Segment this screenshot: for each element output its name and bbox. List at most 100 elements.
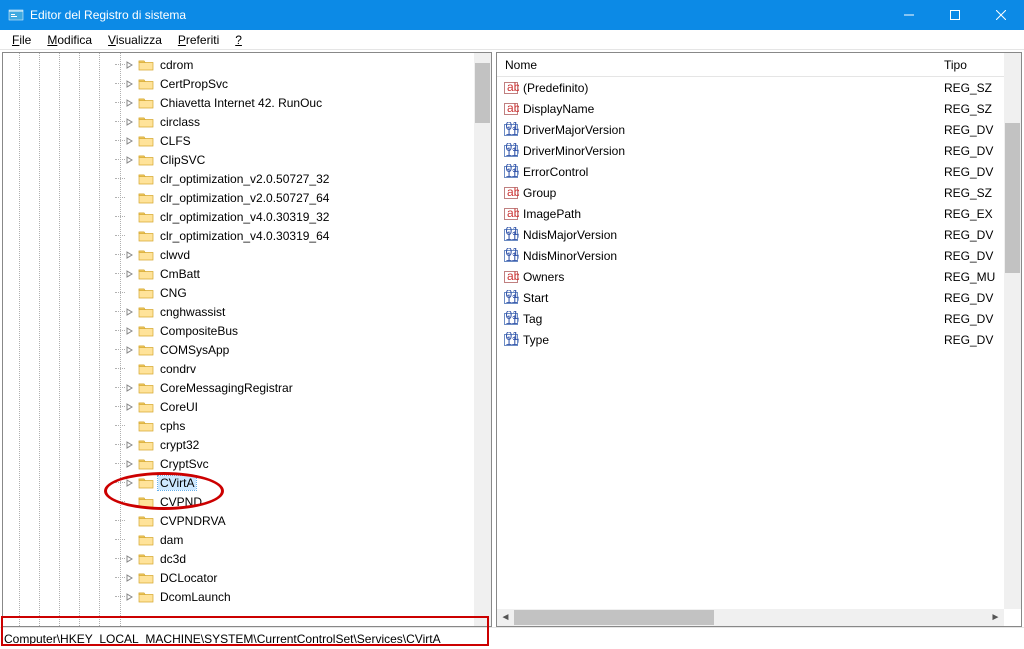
- tree-node-label: cnghwassist: [158, 305, 227, 319]
- tree-node[interactable]: DCLocator: [115, 568, 474, 587]
- scroll-left-arrow[interactable]: ◄: [497, 609, 514, 626]
- list-row[interactable]: 011110NdisMinorVersionREG_DV: [497, 245, 1004, 266]
- folder-icon: [138, 495, 154, 509]
- list-row[interactable]: 011110DriverMajorVersionREG_DV: [497, 119, 1004, 140]
- tree-node[interactable]: CNG: [115, 283, 474, 302]
- menubar: File Modifica Visualizza Preferiti ?: [0, 30, 1024, 50]
- tree-node[interactable]: clwvd: [115, 245, 474, 264]
- expander-icon[interactable]: [124, 249, 136, 261]
- expander-icon[interactable]: [124, 591, 136, 603]
- tree-node[interactable]: CoreMessagingRegistrar: [115, 378, 474, 397]
- tree-node[interactable]: dam: [115, 530, 474, 549]
- close-button[interactable]: [978, 0, 1024, 30]
- minimize-button[interactable]: [886, 0, 932, 30]
- list-row[interactable]: abGroupREG_SZ: [497, 182, 1004, 203]
- list-row[interactable]: 011110StartREG_DV: [497, 287, 1004, 308]
- list-row[interactable]: 011110NdisMajorVersionREG_DV: [497, 224, 1004, 245]
- expander-icon[interactable]: [124, 553, 136, 565]
- expander-icon[interactable]: [124, 135, 136, 147]
- tree-node[interactable]: Chiavetta Internet 42. RunOuc: [115, 93, 474, 112]
- tree-node[interactable]: dc3d: [115, 549, 474, 568]
- scroll-right-arrow[interactable]: ►: [987, 609, 1004, 626]
- tree-node[interactable]: cnghwassist: [115, 302, 474, 321]
- expander-icon[interactable]: [124, 458, 136, 470]
- tree-node-label: dc3d: [158, 552, 188, 566]
- value-name: Tag: [523, 312, 944, 326]
- menu-favorites[interactable]: Preferiti: [170, 31, 227, 49]
- tree-node[interactable]: CoreUI: [115, 397, 474, 416]
- expander-icon[interactable]: [124, 325, 136, 337]
- list-scrollbar-v[interactable]: [1004, 53, 1021, 609]
- tree-node[interactable]: CmBatt: [115, 264, 474, 283]
- tree-node[interactable]: cphs: [115, 416, 474, 435]
- expander-icon[interactable]: [124, 59, 136, 71]
- list-row[interactable]: abDisplayNameREG_SZ: [497, 98, 1004, 119]
- tree-node-label: CoreUI: [158, 400, 200, 414]
- column-name[interactable]: Nome: [497, 58, 944, 72]
- expander-icon[interactable]: [124, 572, 136, 584]
- column-type[interactable]: Tipo: [944, 58, 1004, 72]
- scroll-thumb[interactable]: [475, 63, 490, 123]
- expander-icon[interactable]: [124, 268, 136, 280]
- tree-node[interactable]: crypt32: [115, 435, 474, 454]
- svg-text:110: 110: [506, 334, 520, 348]
- tree-node[interactable]: clr_optimization_v4.0.30319_32: [115, 207, 474, 226]
- expander-placeholder: [124, 230, 136, 242]
- list-row[interactable]: 011110TagREG_DV: [497, 308, 1004, 329]
- menu-help[interactable]: ?: [227, 31, 250, 49]
- menu-file[interactable]: File: [4, 31, 39, 49]
- tree-node[interactable]: CryptSvc: [115, 454, 474, 473]
- tree-node[interactable]: CVPND: [115, 492, 474, 511]
- expander-icon[interactable]: [124, 97, 136, 109]
- expander-placeholder: [124, 420, 136, 432]
- list-row[interactable]: ab(Predefinito)REG_SZ: [497, 77, 1004, 98]
- scroll-thumb[interactable]: [1005, 123, 1020, 273]
- tree-node[interactable]: CertPropSvc: [115, 74, 474, 93]
- list-row[interactable]: 011110TypeREG_DV: [497, 329, 1004, 350]
- svg-text:110: 110: [506, 166, 520, 180]
- value-type-icon: ab: [503, 206, 519, 222]
- list-row[interactable]: abImagePathREG_EX: [497, 203, 1004, 224]
- tree-node-label: circlass: [158, 115, 202, 129]
- tree-node-label: Chiavetta Internet 42. RunOuc: [158, 96, 324, 110]
- tree-node[interactable]: ClipSVC: [115, 150, 474, 169]
- tree-node[interactable]: condrv: [115, 359, 474, 378]
- tree-node[interactable]: circlass: [115, 112, 474, 131]
- list-body[interactable]: ab(Predefinito)REG_SZabDisplayNameREG_SZ…: [497, 77, 1004, 609]
- expander-icon[interactable]: [124, 477, 136, 489]
- folder-icon: [138, 267, 154, 281]
- list-scrollbar-h[interactable]: ◄ ►: [497, 609, 1004, 626]
- folder-icon: [138, 229, 154, 243]
- scroll-thumb-h[interactable]: [514, 610, 714, 625]
- list-row[interactable]: 011110DriverMinorVersionREG_DV: [497, 140, 1004, 161]
- tree-node[interactable]: clr_optimization_v2.0.50727_32: [115, 169, 474, 188]
- menu-view[interactable]: Visualizza: [100, 31, 170, 49]
- maximize-button[interactable]: [932, 0, 978, 30]
- tree-node[interactable]: clr_optimization_v4.0.30319_64: [115, 226, 474, 245]
- tree-list[interactable]: cdromCertPropSvc Chiavetta Internet 42. R…: [3, 53, 474, 606]
- expander-placeholder: [124, 287, 136, 299]
- tree-node[interactable]: DcomLaunch: [115, 587, 474, 606]
- expander-icon[interactable]: [124, 306, 136, 318]
- tree-scrollbar[interactable]: [474, 53, 491, 626]
- tree-node[interactable]: CompositeBus: [115, 321, 474, 340]
- svg-text:ab: ab: [507, 101, 519, 115]
- tree-node[interactable]: cdrom: [115, 55, 474, 74]
- tree-node[interactable]: clr_optimization_v2.0.50727_64: [115, 188, 474, 207]
- expander-icon[interactable]: [124, 439, 136, 451]
- tree-node[interactable]: CLFS: [115, 131, 474, 150]
- expander-icon[interactable]: [124, 401, 136, 413]
- menu-edit[interactable]: Modifica: [39, 31, 100, 49]
- expander-icon[interactable]: [124, 344, 136, 356]
- expander-icon[interactable]: [124, 116, 136, 128]
- folder-icon: [138, 381, 154, 395]
- tree-node[interactable]: CVirtA: [115, 473, 474, 492]
- list-row[interactable]: abOwnersREG_MU: [497, 266, 1004, 287]
- expander-icon[interactable]: [124, 382, 136, 394]
- tree-node[interactable]: CVPNDRVA: [115, 511, 474, 530]
- expander-icon[interactable]: [124, 78, 136, 90]
- folder-icon: [138, 115, 154, 129]
- expander-icon[interactable]: [124, 154, 136, 166]
- tree-node[interactable]: COMSysApp: [115, 340, 474, 359]
- list-row[interactable]: 011110ErrorControlREG_DV: [497, 161, 1004, 182]
